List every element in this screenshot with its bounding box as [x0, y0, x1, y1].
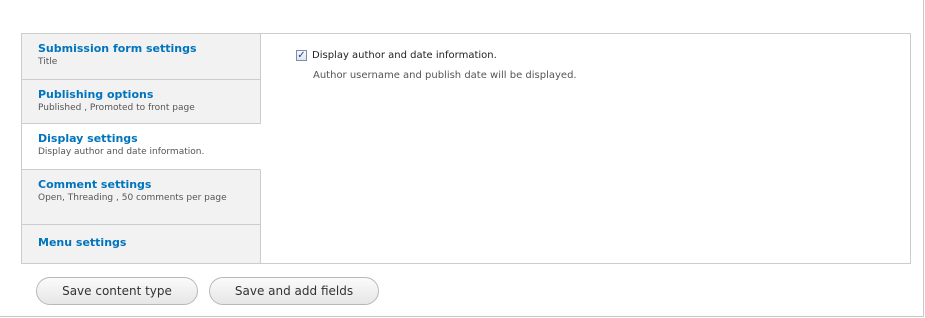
tab-menu-settings[interactable]: Menu settings	[22, 225, 260, 263]
tab-display-settings[interactable]: Display settings Display author and date…	[22, 124, 261, 170]
save-and-add-fields-button[interactable]: Save and add fields	[209, 277, 379, 305]
tab-summary: Display author and date information.	[38, 147, 205, 157]
tab-summary: Title	[38, 57, 58, 67]
tab-submission-form-settings[interactable]: Submission form settings Title	[22, 34, 260, 80]
display-author-date-checkbox[interactable]: ✓	[296, 50, 307, 61]
tab-title: Submission form settings	[38, 42, 197, 55]
display-settings-pane: ✓ Display author and date information. A…	[260, 34, 910, 263]
tab-summary: Published , Promoted to front page	[38, 103, 195, 113]
vertical-tabs-list: Submission form settings Title Publishin…	[22, 34, 261, 263]
checkmark-icon: ✓	[297, 49, 306, 61]
tab-title: Comment settings	[38, 178, 152, 191]
tab-title: Menu settings	[38, 236, 127, 249]
tab-comment-settings[interactable]: Comment settings Open, Threading , 50 co…	[22, 170, 260, 225]
tab-title: Publishing options	[38, 88, 154, 101]
checkbox-description: Author username and publish date will be…	[313, 70, 577, 81]
vertical-tabs: Submission form settings Title Publishin…	[21, 33, 911, 264]
tab-summary: Open, Threading , 50 comments per page	[38, 193, 227, 203]
tab-publishing-options[interactable]: Publishing options Published , Promoted …	[22, 80, 260, 124]
tab-title: Display settings	[38, 132, 138, 145]
display-author-date-row: ✓ Display author and date information.	[296, 50, 497, 61]
save-content-type-button[interactable]: Save content type	[36, 277, 198, 305]
checkbox-label[interactable]: Display author and date information.	[312, 50, 497, 61]
